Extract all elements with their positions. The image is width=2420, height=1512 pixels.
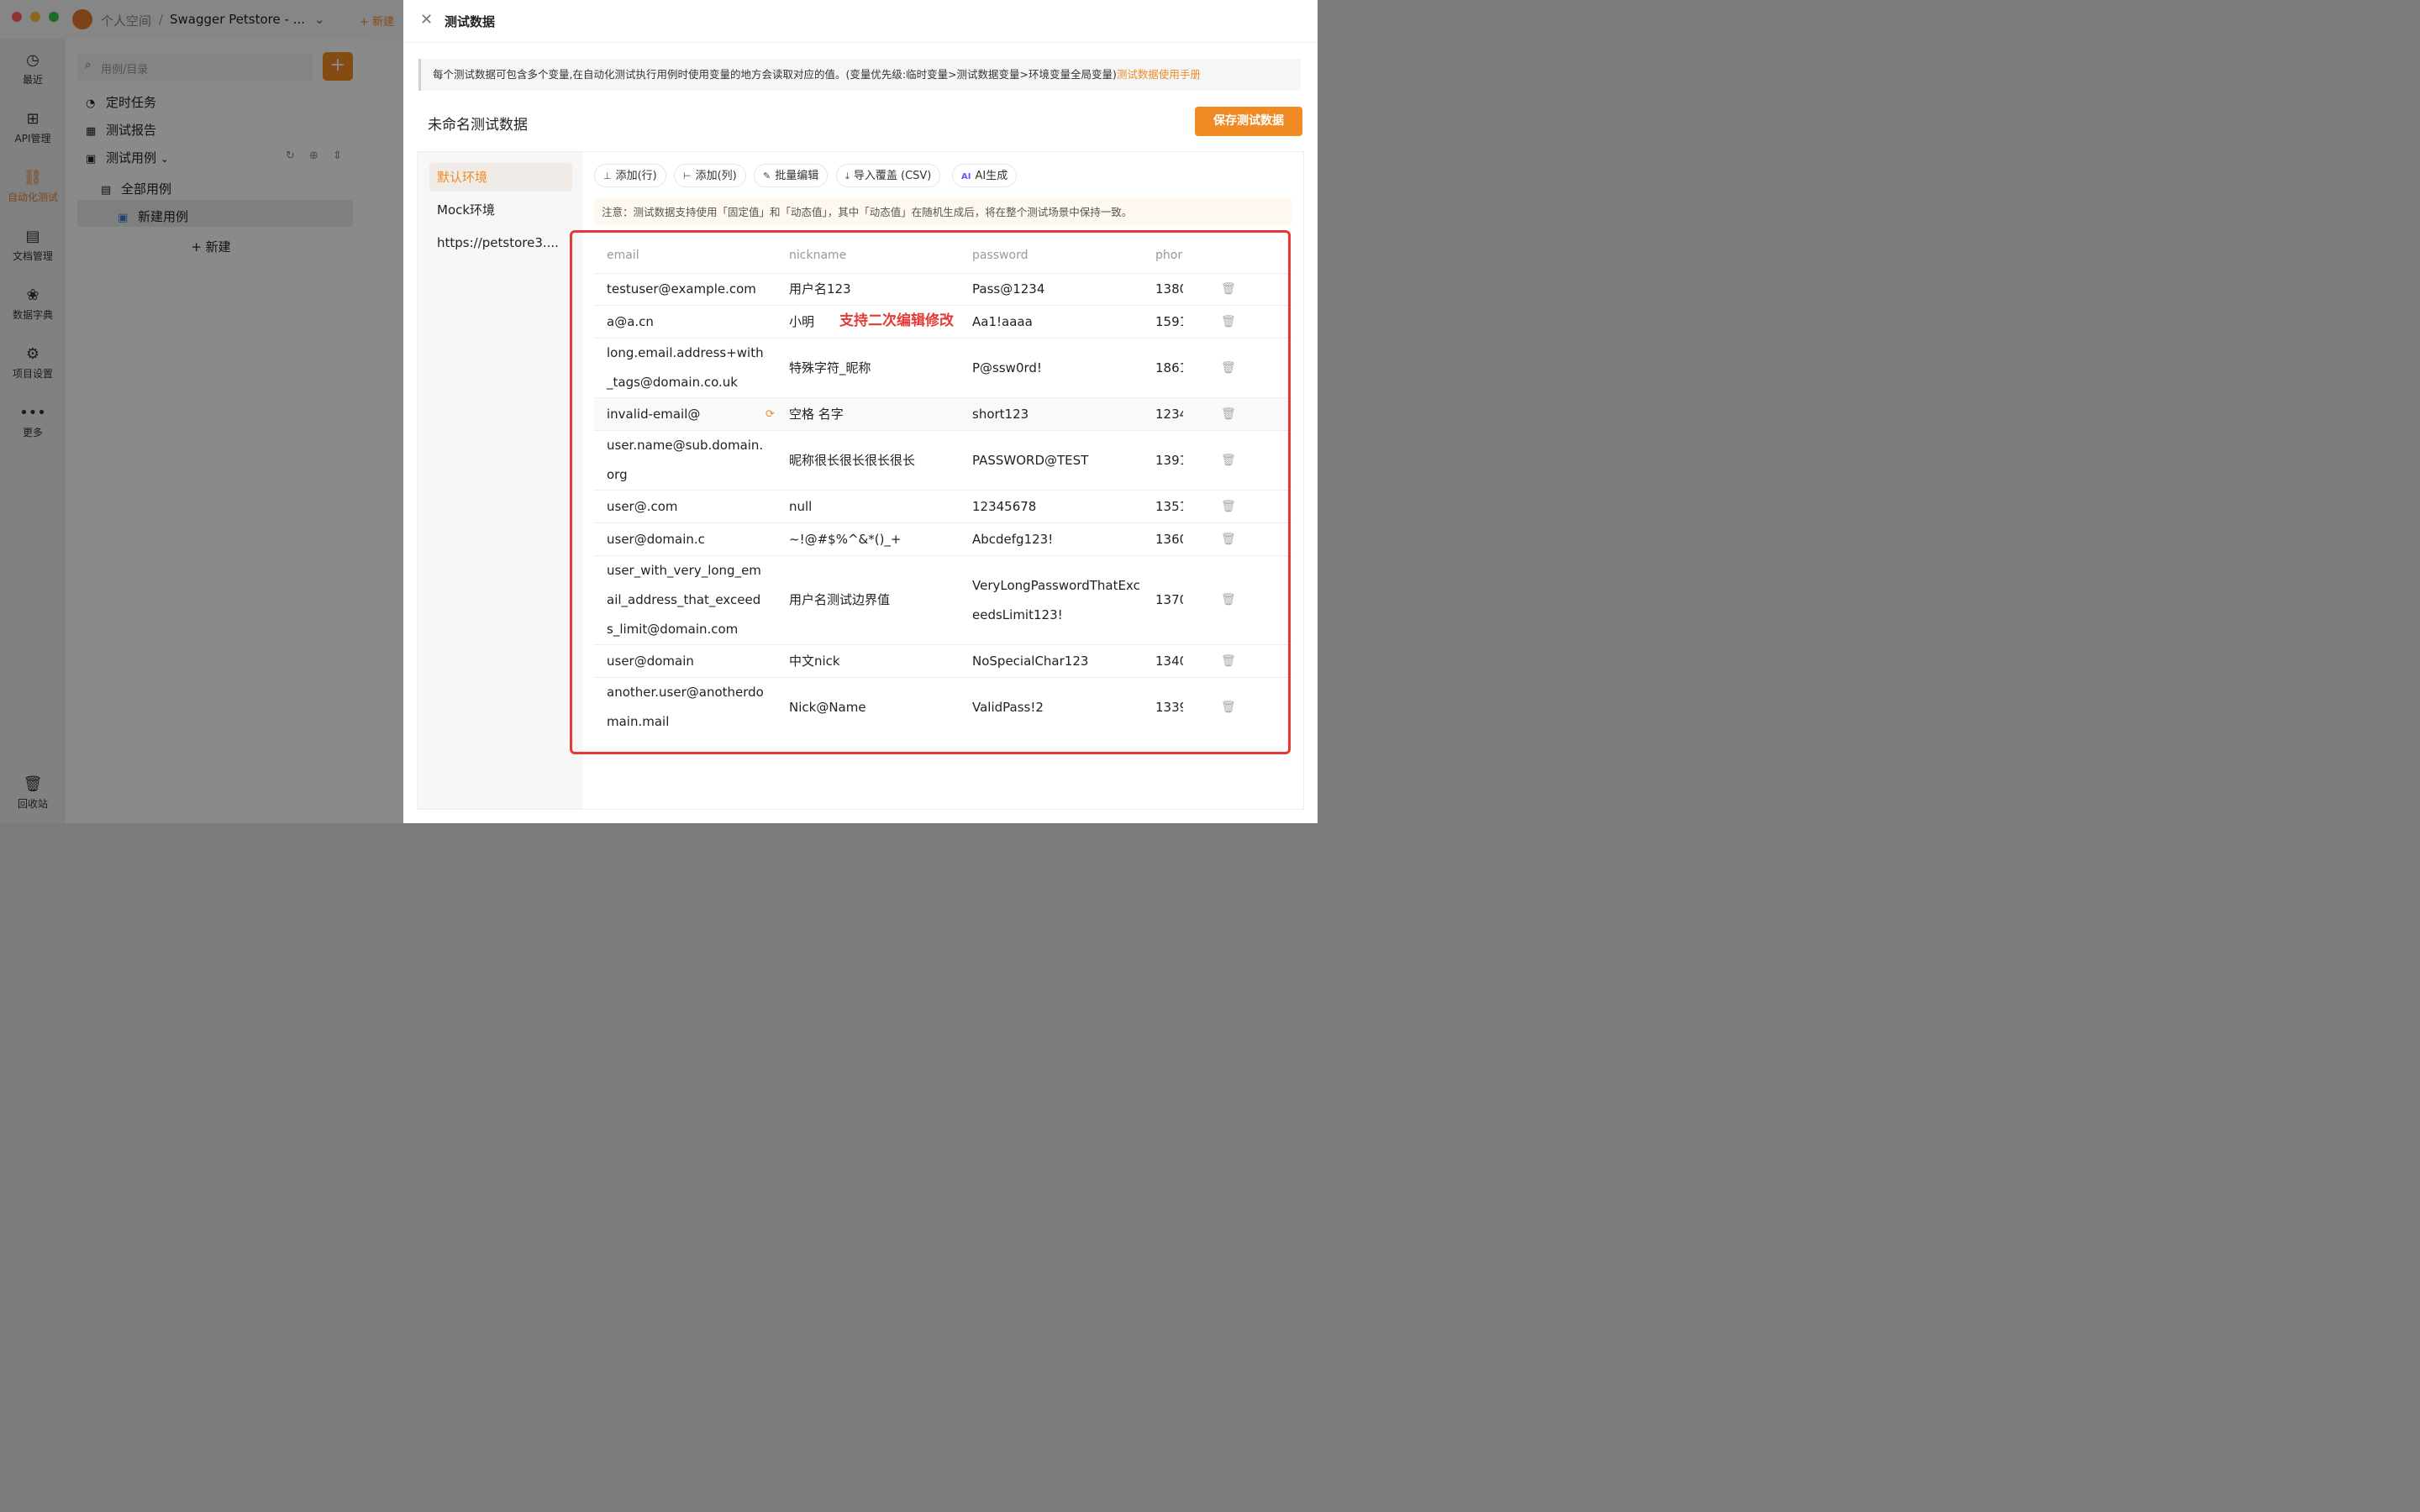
- cell-phone[interactable]: 1351: [1155, 492, 1183, 522]
- cell-email[interactable]: user@.com: [607, 492, 766, 522]
- add-row-icon: ⊥: [603, 165, 612, 188]
- cell-password[interactable]: PASSWORD@TEST: [972, 446, 1140, 475]
- download-icon: ⤓: [845, 165, 850, 188]
- table-row: user@domain.c ~!@#$%^&*()_+ Abcdefg123! …: [594, 523, 1292, 556]
- import-csv-label: 导入覆盖 (CSV): [854, 170, 932, 182]
- drawer-header: ✕ 测试数据: [403, 0, 1318, 43]
- delete-row-icon[interactable]: 🗑: [1221, 407, 1236, 421]
- dynamic-value-icon[interactable]: ⟳: [765, 408, 775, 421]
- cell-email[interactable]: user@domain: [607, 647, 766, 676]
- cell-nickname[interactable]: 用户名123: [789, 275, 957, 304]
- cell-nickname[interactable]: 用户名测试边界值: [789, 585, 957, 615]
- add-row-button[interactable]: ⊥ 添加(行): [594, 164, 666, 187]
- cell-email[interactable]: testuser@example.com: [607, 275, 766, 304]
- add-row-label: 添加(行): [616, 170, 657, 182]
- cell-email[interactable]: user.name@sub.domain.org: [607, 431, 766, 490]
- cell-phone[interactable]: 1861: [1155, 354, 1183, 383]
- test-data-editor: 默认环境 Mock环境 https://petstore3.... ⊥ 添加(行)…: [417, 151, 1304, 810]
- cell-phone[interactable]: 1234: [1155, 400, 1183, 429]
- cell-password[interactable]: short123: [972, 400, 1140, 429]
- table-row: long.email.address+with_tags@domain.co.u…: [594, 339, 1292, 398]
- cell-email[interactable]: a@a.cn: [607, 307, 766, 337]
- cell-password[interactable]: Pass@1234: [972, 275, 1140, 304]
- ai-generate-button[interactable]: AI AI生成: [952, 164, 1017, 187]
- test-data-drawer: ✕ 测试数据 每个测试数据可包含多个变量,在自动化测试执行用例时使用变量的地方会…: [403, 0, 1318, 823]
- cell-email[interactable]: user@domain.c: [607, 525, 766, 554]
- delete-row-icon[interactable]: 🗑: [1221, 315, 1236, 328]
- delete-row-icon[interactable]: 🗑: [1221, 593, 1236, 606]
- edit-icon: ✎: [763, 165, 771, 188]
- delete-row-icon[interactable]: 🗑: [1221, 500, 1236, 513]
- annotation-label: 支持二次编辑修改: [839, 308, 954, 329]
- column-header-phone[interactable]: phor: [1155, 249, 1182, 262]
- close-icon[interactable]: ✕: [420, 11, 433, 29]
- cell-password[interactable]: 12345678: [972, 492, 1140, 522]
- info-notice: 每个测试数据可包含多个变量,在自动化测试执行用例时使用变量的地方会读取对应的值。…: [418, 59, 1301, 91]
- dynamic-value-tip: 注意：测试数据支持使用「固定值」和「动态值」，其中「动态值」在随机生成后，将在整…: [594, 198, 1292, 226]
- add-column-label: 添加(列): [696, 170, 737, 182]
- cell-nickname[interactable]: 中文nick: [789, 647, 957, 676]
- cell-phone[interactable]: 1339: [1155, 693, 1183, 722]
- add-column-icon: ⊢: [683, 165, 692, 188]
- cell-email[interactable]: long.email.address+with_tags@domain.co.u…: [607, 339, 766, 397]
- table-row: user@domain 中文nick NoSpecialChar123 1340…: [594, 645, 1292, 678]
- delete-row-icon[interactable]: 🗑: [1221, 654, 1236, 668]
- save-test-data-button[interactable]: 保存测试数据: [1195, 107, 1302, 136]
- table-row: testuser@example.com 用户名123 Pass@1234 13…: [594, 273, 1292, 306]
- cell-nickname[interactable]: Nick@Name: [789, 693, 957, 722]
- cell-nickname[interactable]: ~!@#$%^&*()_+: [789, 525, 957, 554]
- column-header-nickname[interactable]: nickname: [789, 249, 846, 262]
- cell-nickname[interactable]: 昵称很长很长很长很长: [789, 446, 957, 475]
- delete-row-icon[interactable]: 🗑: [1221, 282, 1236, 296]
- env-item-petstore[interactable]: https://petstore3....: [429, 228, 572, 257]
- cell-nickname[interactable]: null: [789, 492, 957, 522]
- cell-phone[interactable]: 1340: [1155, 647, 1183, 676]
- cell-nickname[interactable]: 特殊字符_昵称: [789, 354, 957, 383]
- import-csv-button[interactable]: ⤓ 导入覆盖 (CSV): [836, 164, 940, 187]
- env-item-mock[interactable]: Mock环境: [429, 196, 572, 224]
- cell-phone[interactable]: 1370: [1155, 585, 1183, 615]
- test-data-name[interactable]: 未命名测试数据: [428, 113, 528, 134]
- table-row: user.name@sub.domain.org 昵称很长很长很长很长 PASS…: [594, 431, 1292, 491]
- cell-password[interactable]: VeryLongPasswordThatExceedsLimit123!: [972, 571, 1140, 630]
- notice-text: 每个测试数据可包含多个变量,在自动化测试执行用例时使用变量的地方会读取对应的值。…: [433, 68, 1117, 81]
- delete-row-icon[interactable]: 🗑: [1221, 533, 1236, 546]
- delete-row-icon[interactable]: 🗑: [1221, 454, 1236, 467]
- cell-password[interactable]: NoSpecialChar123: [972, 647, 1140, 676]
- delete-row-icon[interactable]: 🗑: [1221, 361, 1236, 375]
- table-row: user_with_very_long_email_address_that_e…: [594, 556, 1292, 645]
- manual-link[interactable]: 测试数据使用手册: [1117, 68, 1201, 81]
- env-item-default[interactable]: 默认环境: [429, 163, 572, 192]
- cell-phone[interactable]: 1591: [1155, 307, 1183, 337]
- cell-password[interactable]: P@ssw0rd!: [972, 354, 1140, 383]
- column-header-password[interactable]: password: [972, 249, 1028, 262]
- environment-list: 默认环境 Mock环境 https://petstore3....: [418, 152, 583, 809]
- batch-edit-button[interactable]: ✎ 批量编辑: [754, 164, 828, 187]
- column-header-email[interactable]: email: [607, 249, 639, 262]
- add-column-button[interactable]: ⊢ 添加(列): [674, 164, 746, 187]
- cell-phone[interactable]: 1391: [1155, 446, 1183, 475]
- cell-email[interactable]: invalid-email@: [607, 400, 766, 429]
- cell-password[interactable]: Abcdefg123!: [972, 525, 1140, 554]
- drawer-title: 测试数据: [445, 13, 495, 30]
- batch-edit-label: 批量编辑: [775, 170, 818, 182]
- table-row: invalid-email@ ⟳ 空格 名字 short123 1234 🗑: [594, 398, 1292, 431]
- cell-email[interactable]: another.user@anotherdomain.mail: [607, 678, 766, 735]
- ai-icon: AI: [961, 165, 971, 189]
- cell-phone[interactable]: 1360: [1155, 525, 1183, 554]
- cell-email[interactable]: user_with_very_long_email_address_that_e…: [607, 556, 766, 644]
- delete-row-icon[interactable]: 🗑: [1221, 701, 1236, 714]
- table-header: email nickname password phor: [594, 239, 1292, 274]
- table-row: another.user@anotherdomain.mail Nick@Nam…: [594, 678, 1292, 735]
- cell-phone[interactable]: 1380: [1155, 275, 1183, 304]
- table-row: user@.com null 12345678 1351 🗑: [594, 491, 1292, 523]
- cell-password[interactable]: Aa1!aaaa: [972, 307, 1140, 337]
- ai-generate-label: AI生成: [975, 170, 1007, 182]
- cell-password[interactable]: ValidPass!2: [972, 693, 1140, 722]
- cell-nickname[interactable]: 空格 名字: [789, 400, 957, 429]
